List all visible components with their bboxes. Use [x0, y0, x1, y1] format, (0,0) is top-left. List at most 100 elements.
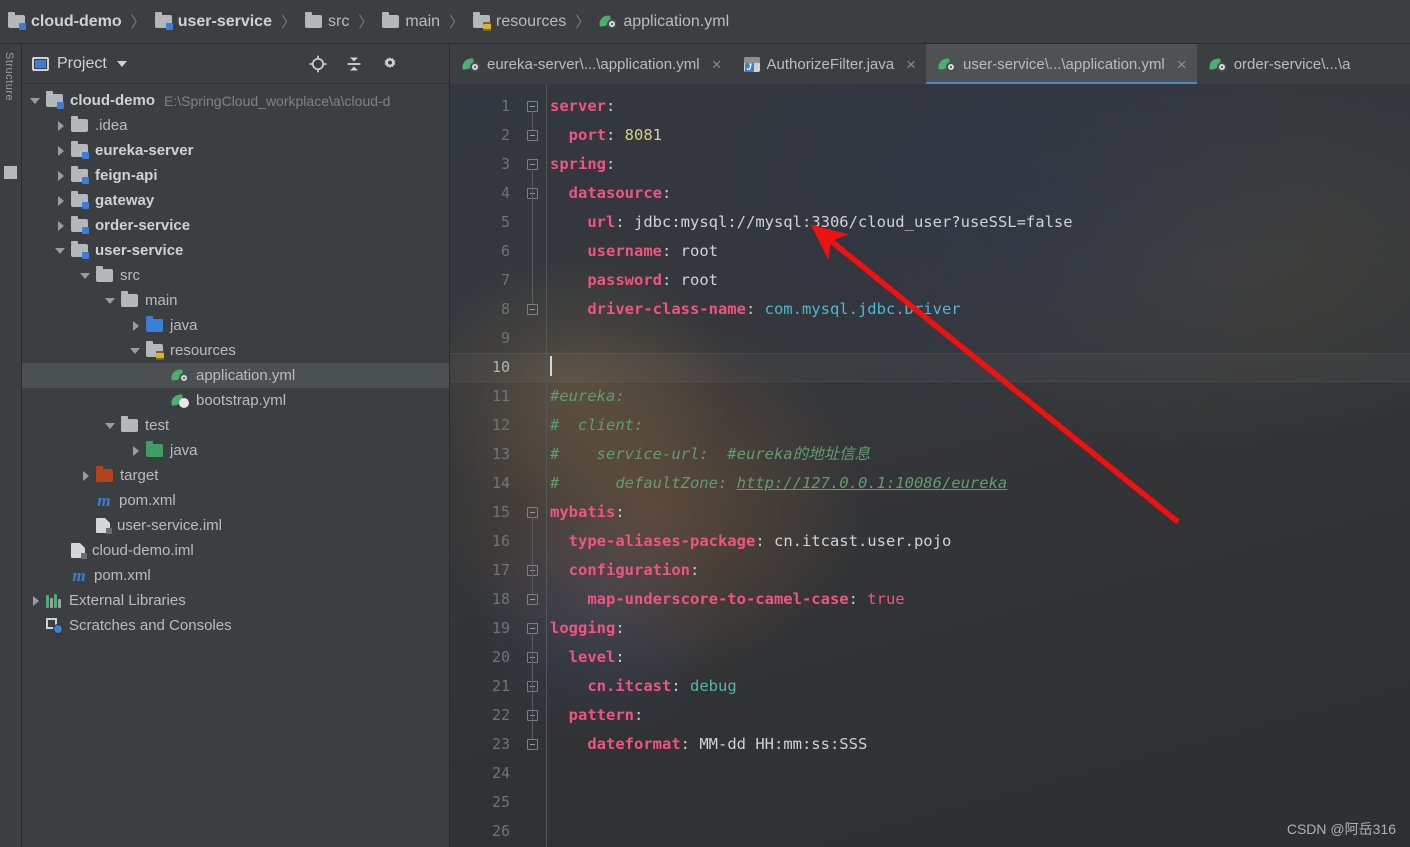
- breadcrumb-item-user-service[interactable]: user-service: [154, 12, 272, 31]
- close-icon[interactable]: ×: [712, 56, 722, 73]
- tree-toggle-open-icon[interactable]: [130, 345, 142, 357]
- tree-node-java[interactable]: java: [22, 438, 449, 463]
- editor-tab-authorizefilter-java[interactable]: AuthorizeFilter.java ×: [732, 44, 927, 84]
- tree-toggle-open-icon[interactable]: [105, 420, 117, 432]
- code-line[interactable]: # defaultZone: http://127.0.0.1:10086/eu…: [550, 469, 1410, 498]
- tree-toggle-open-icon[interactable]: [30, 95, 42, 107]
- tree-toggle-open-icon[interactable]: [55, 245, 67, 257]
- structure-tool-button[interactable]: Structure: [3, 52, 15, 101]
- editor-tab-user-service-application-yml[interactable]: user-service\...\application.yml ×: [926, 44, 1197, 84]
- tree-node--idea[interactable]: .idea: [22, 113, 449, 138]
- chevron-down-icon[interactable]: [116, 60, 127, 67]
- tree-node-eureka-server[interactable]: eureka-server: [22, 138, 449, 163]
- editor-tab-bar[interactable]: eureka-server\...\application.yml×Author…: [450, 44, 1410, 84]
- code-line[interactable]: [550, 759, 1410, 788]
- tree-node-user-service[interactable]: user-service: [22, 238, 449, 263]
- tree-node-label: .idea: [95, 117, 128, 134]
- fold-marker[interactable]: [527, 130, 538, 141]
- locate-target-icon[interactable]: [309, 55, 327, 73]
- breadcrumb-item-cloud-demo[interactable]: cloud-demo: [8, 12, 122, 31]
- project-panel-title: Project: [57, 54, 107, 72]
- tree-node-cloud-demo-iml[interactable]: cloud-demo.iml: [22, 538, 449, 563]
- code-line[interactable]: [550, 353, 1410, 382]
- tree-toggle-closed-icon[interactable]: [30, 595, 42, 607]
- code-line[interactable]: port: 8081: [550, 121, 1410, 150]
- tree-node-cloud-demo[interactable]: cloud-demo E:\SpringCloud_workplace\a\clo…: [22, 88, 449, 113]
- editor-tab-eureka-server-application-yml[interactable]: eureka-server\...\application.yml ×: [450, 44, 732, 84]
- tree-toggle-closed-icon[interactable]: [55, 145, 67, 157]
- breadcrumb-item-main[interactable]: main: [382, 12, 440, 31]
- tree-node-target[interactable]: target: [22, 463, 449, 488]
- close-icon[interactable]: ×: [1177, 56, 1187, 73]
- breadcrumb-item-application-yml[interactable]: application.yml: [598, 13, 729, 31]
- minimize-icon[interactable]: [417, 55, 435, 73]
- breadcrumb-item-label: resources: [496, 12, 567, 30]
- tree-node-feign-api[interactable]: feign-api: [22, 163, 449, 188]
- code-line[interactable]: dateformat: MM-dd HH:mm:ss:SSS: [550, 730, 1410, 759]
- code-line[interactable]: # client:: [550, 411, 1410, 440]
- tree-node-src[interactable]: src: [22, 263, 449, 288]
- code-line[interactable]: map-underscore-to-camel-case: true: [550, 585, 1410, 614]
- tree-node-scratches-and-consoles[interactable]: Scratches and Consoles: [22, 613, 449, 638]
- folder-icon: [382, 12, 400, 28]
- tree-toggle-closed-icon[interactable]: [130, 445, 142, 457]
- code-editor[interactable]: 1 2 3 4 5 6 7 8 9 10 11 12 13 14 15 16 17 18 19 20 21 22 23 24 2…: [450, 84, 1410, 847]
- project-tree[interactable]: cloud-demo E:\SpringCloud_workplace\a\clo…: [22, 84, 449, 638]
- editor-tab-order-service-a[interactable]: order-service\...\a: [1197, 44, 1361, 84]
- code-line[interactable]: password: root: [550, 266, 1410, 295]
- tree-node-main[interactable]: main: [22, 288, 449, 313]
- tree-node-gateway[interactable]: gateway: [22, 188, 449, 213]
- breadcrumb-item-resources[interactable]: resources: [473, 12, 567, 31]
- code-line[interactable]: username: root: [550, 237, 1410, 266]
- line-number: 10: [491, 358, 510, 376]
- code-line[interactable]: #eureka:: [550, 382, 1410, 411]
- code-line[interactable]: type-aliases-package: cn.itcast.user.poj…: [550, 527, 1410, 556]
- code-line[interactable]: configuration:: [550, 556, 1410, 585]
- code-line[interactable]: [550, 788, 1410, 817]
- tree-toggle-closed-icon[interactable]: [55, 170, 67, 182]
- fold-marker[interactable]: [527, 739, 538, 750]
- tree-node-bootstrap-yml[interactable]: bootstrap.yml: [22, 388, 449, 413]
- code-line[interactable]: spring:: [550, 150, 1410, 179]
- tree-toggle-closed-icon[interactable]: [55, 120, 67, 132]
- code-line[interactable]: url: jdbc:mysql://mysql:3306/cloud_user?…: [550, 208, 1410, 237]
- fold-marker[interactable]: [527, 594, 538, 605]
- tree-node-external-libraries[interactable]: External Libraries: [22, 588, 449, 613]
- code-line[interactable]: datasource:: [550, 179, 1410, 208]
- code-line[interactable]: pattern:: [550, 701, 1410, 730]
- tree-node-user-service-iml[interactable]: user-service.iml: [22, 513, 449, 538]
- breadcrumb-separator: 〉: [280, 14, 296, 31]
- tree-toggle-open-icon[interactable]: [80, 270, 92, 282]
- fold-marker[interactable]: [527, 304, 538, 315]
- tree-toggle-closed-icon[interactable]: [55, 220, 67, 232]
- code-line[interactable]: server:: [550, 92, 1410, 121]
- code-line[interactable]: logging:: [550, 614, 1410, 643]
- close-icon[interactable]: ×: [906, 56, 916, 73]
- code-content[interactable]: server: port: 8081 spring: datasource: ur…: [550, 84, 1410, 847]
- tree-node-pom-xml[interactable]: m pom.xml: [22, 488, 449, 513]
- code-line[interactable]: driver-class-name: com.mysql.jdbc.Driver: [550, 295, 1410, 324]
- tree-node-application-yml[interactable]: application.yml: [22, 363, 449, 388]
- tree-node-pom-xml[interactable]: m pom.xml: [22, 563, 449, 588]
- code-line[interactable]: [550, 324, 1410, 353]
- tree-toggle-open-icon[interactable]: [105, 295, 117, 307]
- collapse-all-icon[interactable]: [345, 55, 363, 73]
- code-line[interactable]: mybatis:: [550, 498, 1410, 527]
- tree-toggle-closed-icon[interactable]: [130, 320, 142, 332]
- code-line[interactable]: # service-url: #eureka的地址信息: [550, 440, 1410, 469]
- code-line[interactable]: cn.itcast: debug: [550, 672, 1410, 701]
- tree-node-test[interactable]: test: [22, 413, 449, 438]
- breadcrumb-item-src[interactable]: src: [305, 12, 349, 31]
- tree-toggle-closed-icon[interactable]: [55, 195, 67, 207]
- tree-node-order-service[interactable]: order-service: [22, 213, 449, 238]
- left-tool-strip[interactable]: Structure: [0, 44, 22, 847]
- tree-node-resources[interactable]: resources: [22, 338, 449, 363]
- tree-toggle-closed-icon[interactable]: [80, 470, 92, 482]
- gear-icon[interactable]: [381, 55, 399, 73]
- tree-node-java[interactable]: java: [22, 313, 449, 338]
- code-folding-gutter[interactable]: [520, 84, 546, 847]
- code-line[interactable]: [550, 817, 1410, 846]
- code-line[interactable]: level:: [550, 643, 1410, 672]
